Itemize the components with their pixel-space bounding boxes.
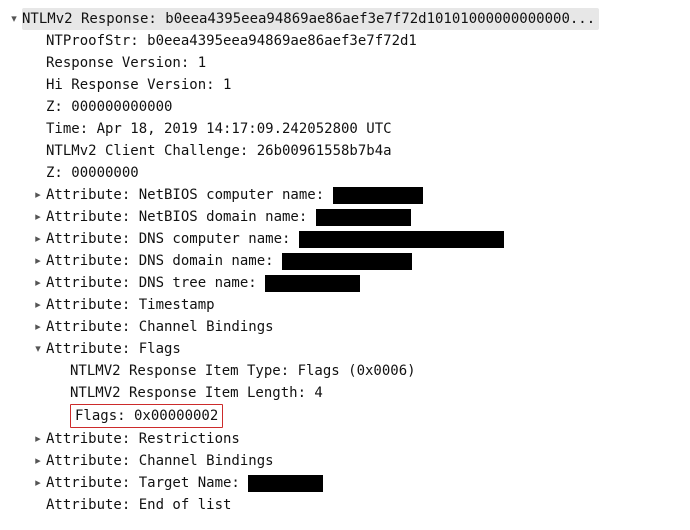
chevron-right-icon[interactable]: ▸ <box>30 316 46 338</box>
row-label: Attribute: Target Name: <box>46 472 248 494</box>
row-attr-channel-bindings-2[interactable]: ▸ Attribute: Channel Bindings <box>6 450 684 472</box>
row-label: Attribute: NetBIOS domain name: <box>46 206 316 228</box>
row-label: Response Version: 1 <box>46 52 206 74</box>
row-label: NTProofStr: b0eea4395eea94869ae86aef3e7f… <box>46 30 417 52</box>
spacer: • <box>30 162 46 184</box>
spacer: • <box>30 118 46 140</box>
row-label: Attribute: DNS tree name: <box>46 272 265 294</box>
chevron-right-icon[interactable]: ▸ <box>30 250 46 272</box>
spacer: • <box>30 494 46 516</box>
chevron-right-icon[interactable]: ▸ <box>30 472 46 494</box>
spacer: • <box>30 96 46 118</box>
redacted-value <box>282 253 412 270</box>
chevron-right-icon[interactable]: ▸ <box>30 184 46 206</box>
row-z2[interactable]: • Z: 00000000 <box>6 162 684 184</box>
row-label: Attribute: DNS computer name: <box>46 228 299 250</box>
row-flags-value[interactable]: • Flags: 0x00000002 <box>6 404 684 428</box>
spacer: • <box>30 30 46 52</box>
row-label: Hi Response Version: 1 <box>46 74 231 96</box>
packet-dissection-tree: ▾ NTLMv2 Response: b0eea4395eea94869ae86… <box>0 0 690 528</box>
row-ntproofstr[interactable]: • NTProofStr: b0eea4395eea94869ae86aef3e… <box>6 30 684 52</box>
row-label-highlighted: Flags: 0x00000002 <box>70 404 223 428</box>
spacer: • <box>30 74 46 96</box>
redacted-value <box>316 209 411 226</box>
row-label: Attribute: Timestamp <box>46 294 215 316</box>
row-attr-netbios-domain[interactable]: ▸ Attribute: NetBIOS domain name: <box>6 206 684 228</box>
spacer: • <box>54 405 70 427</box>
row-attr-dns-computer[interactable]: ▸ Attribute: DNS computer name: <box>6 228 684 250</box>
row-attr-dns-tree[interactable]: ▸ Attribute: DNS tree name: <box>6 272 684 294</box>
row-response-version[interactable]: • Response Version: 1 <box>6 52 684 74</box>
chevron-right-icon[interactable]: ▸ <box>30 450 46 472</box>
row-label: Attribute: End of list <box>46 494 231 516</box>
redacted-value <box>299 231 504 248</box>
redacted-value <box>248 475 323 492</box>
redacted-value <box>265 275 360 292</box>
row-time[interactable]: • Time: Apr 18, 2019 14:17:09.242052800 … <box>6 118 684 140</box>
row-attr-timestamp[interactable]: ▸ Attribute: Timestamp <box>6 294 684 316</box>
row-label: NTLMV2 Response Item Length: 4 <box>70 382 323 404</box>
chevron-right-icon[interactable]: ▸ <box>30 206 46 228</box>
row-label: Attribute: DNS domain name: <box>46 250 282 272</box>
row-hi-response-version[interactable]: • Hi Response Version: 1 <box>6 74 684 96</box>
row-label: NTLMv2 Client Challenge: 26b00961558b7b4… <box>46 140 392 162</box>
row-attr-end-of-list[interactable]: • Attribute: End of list <box>6 494 684 516</box>
row-label: Attribute: NetBIOS computer name: <box>46 184 333 206</box>
redacted-value <box>333 187 423 204</box>
row-attr-dns-domain[interactable]: ▸ Attribute: DNS domain name: <box>6 250 684 272</box>
row-label: Attribute: Channel Bindings <box>46 316 274 338</box>
row-flags-item-length[interactable]: • NTLMV2 Response Item Length: 4 <box>6 382 684 404</box>
spacer: • <box>54 382 70 404</box>
row-label: NTLMV2 Response Item Type: Flags (0x0006… <box>70 360 416 382</box>
row-attr-flags[interactable]: ▾ Attribute: Flags <box>6 338 684 360</box>
spacer: • <box>30 140 46 162</box>
chevron-right-icon[interactable]: ▸ <box>30 294 46 316</box>
row-attr-channel-bindings[interactable]: ▸ Attribute: Channel Bindings <box>6 316 684 338</box>
chevron-right-icon[interactable]: ▸ <box>30 272 46 294</box>
row-label: Time: Apr 18, 2019 14:17:09.242052800 UT… <box>46 118 392 140</box>
row-label: Z: 000000000000 <box>46 96 172 118</box>
spacer: • <box>30 52 46 74</box>
chevron-right-icon[interactable]: ▸ <box>30 428 46 450</box>
row-attr-target-name[interactable]: ▸ Attribute: Target Name: <box>6 472 684 494</box>
row-label: Attribute: Restrictions <box>46 428 240 450</box>
chevron-down-icon[interactable]: ▾ <box>30 338 46 360</box>
row-attr-restrictions[interactable]: ▸ Attribute: Restrictions <box>6 428 684 450</box>
spacer: • <box>54 360 70 382</box>
row-label: Attribute: Flags <box>46 338 181 360</box>
row-z1[interactable]: • Z: 000000000000 <box>6 96 684 118</box>
chevron-right-icon[interactable]: ▸ <box>30 228 46 250</box>
row-flags-item-type[interactable]: • NTLMV2 Response Item Type: Flags (0x00… <box>6 360 684 382</box>
row-label: NTLMv2 Response: b0eea4395eea94869ae86ae… <box>22 8 599 30</box>
row-label: Z: 00000000 <box>46 162 139 184</box>
row-ntlmv2-response[interactable]: ▾ NTLMv2 Response: b0eea4395eea94869ae86… <box>6 8 684 30</box>
chevron-down-icon[interactable]: ▾ <box>6 8 22 30</box>
row-attr-netbios-computer[interactable]: ▸ Attribute: NetBIOS computer name: <box>6 184 684 206</box>
row-label: Attribute: Channel Bindings <box>46 450 274 472</box>
row-client-challenge[interactable]: • NTLMv2 Client Challenge: 26b00961558b7… <box>6 140 684 162</box>
